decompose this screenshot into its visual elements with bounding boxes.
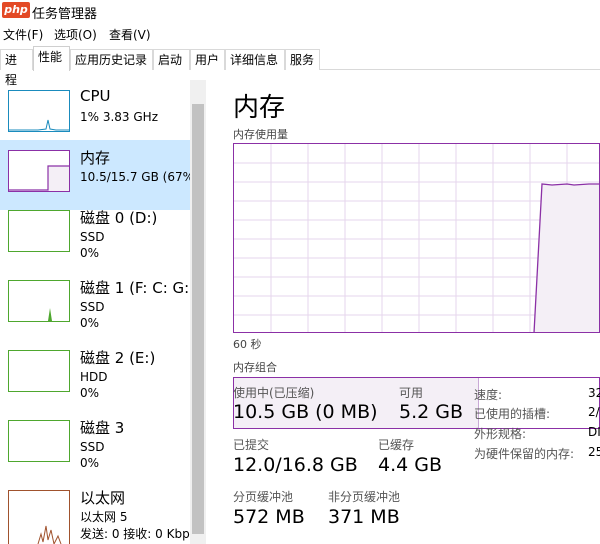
app-logo-icon: php — [2, 2, 30, 18]
sidebar-item-title: 磁盘 1 (F: C: G: — [80, 279, 190, 297]
title-bar: php 任务管理器 — [0, 0, 600, 22]
memory-usage-graph — [233, 143, 600, 333]
disk-3-sparkline — [8, 420, 70, 462]
menu-bar: 文件(F) 选项(O) 查看(V) — [0, 23, 600, 43]
nonpaged-pool-label: 非分页缓冲池 — [328, 490, 401, 504]
sidebar-item-title: 以太网 — [80, 489, 126, 507]
committed-value: 12.0/16.8 GB — [233, 454, 358, 476]
sidebar-item-sub: SSD — [80, 440, 105, 454]
sidebar-item-sub: 10.5/15.7 GB (67%) — [80, 170, 199, 184]
tab-users[interactable]: 用户 — [190, 49, 225, 70]
in-use-value: 10.5 GB (0 MB) — [233, 401, 378, 423]
available-label: 可用 — [399, 386, 424, 400]
form-factor-label: 外形规格: — [474, 427, 527, 441]
sidebar-item-sub: SSD — [80, 230, 105, 244]
performance-sidebar: CPU 1% 3.83 GHz 内存 10.5/15.7 GB (67%) 磁盘… — [0, 80, 199, 544]
time-span-label: 60 秒 — [233, 338, 262, 351]
disk-1-sparkline — [8, 280, 70, 322]
menu-options[interactable]: 选项(O) — [54, 26, 97, 43]
tab-performance[interactable]: 性能 — [33, 46, 70, 71]
speed-value: 32 — [588, 386, 600, 400]
window-title: 任务管理器 — [32, 7, 98, 22]
slots-used-label: 已使用的插槽: — [474, 407, 551, 421]
tab-startup[interactable]: 启动 — [153, 49, 190, 70]
cpu-sparkline — [8, 90, 70, 132]
page-title: 内存 — [233, 93, 286, 123]
tab-services[interactable]: 服务 — [285, 49, 320, 70]
menu-view[interactable]: 查看(V) — [109, 26, 151, 43]
ethernet-sparkline — [8, 490, 70, 544]
memory-usage-label: 内存使用量 — [233, 128, 288, 141]
speed-label: 速度: — [474, 388, 503, 402]
disk-2-sparkline — [8, 350, 70, 392]
sidebar-scrollbar[interactable] — [190, 80, 206, 544]
sidebar-item-sub: 1% 3.83 GHz — [80, 110, 159, 124]
sidebar-item-usage: 0% — [80, 316, 100, 330]
sidebar-item-usage: 0% — [80, 456, 100, 470]
sidebar-item-title: 内存 — [80, 149, 111, 167]
sidebar-item-sub: HDD — [80, 370, 108, 384]
sidebar-item-title: 磁盘 2 (E:) — [80, 349, 156, 367]
sidebar-item-disk-3[interactable]: 磁盘 3 SSD 0% — [0, 410, 190, 480]
sidebar-item-usage: 0% — [80, 386, 100, 400]
paged-pool-value: 572 MB — [233, 506, 305, 528]
tab-bar: 进程 性能 应用历史记录 启动 用户 详细信息 服务 — [0, 46, 600, 87]
sidebar-item-usage: 0% — [80, 246, 100, 260]
sidebar-item-disk-0[interactable]: 磁盘 0 (D:) SSD 0% — [0, 200, 190, 270]
menu-file[interactable]: 文件(F) — [3, 26, 43, 43]
scrollbar-thumb[interactable] — [192, 104, 204, 534]
sidebar-item-disk-1[interactable]: 磁盘 1 (F: C: G: SSD 0% — [0, 270, 190, 340]
sidebar-item-title: 磁盘 0 (D:) — [80, 209, 158, 227]
form-factor-value: DI — [588, 425, 600, 439]
tab-processes[interactable]: 进程 — [0, 49, 33, 87]
sidebar-item-title: CPU — [80, 87, 111, 105]
tab-details[interactable]: 详细信息 — [225, 49, 285, 70]
cached-value: 4.4 GB — [378, 454, 443, 476]
memory-composition-label: 内存组合 — [233, 361, 277, 374]
committed-label: 已提交 — [233, 438, 270, 452]
sidebar-item-disk-2[interactable]: 磁盘 2 (E:) HDD 0% — [0, 340, 190, 410]
nonpaged-pool-value: 371 MB — [328, 506, 400, 528]
in-use-label: 使用中(已压缩) — [233, 386, 315, 400]
cached-label: 已缓存 — [378, 438, 415, 452]
tab-app-history[interactable]: 应用历史记录 — [70, 49, 153, 70]
hardware-reserved-value: 25 — [588, 445, 600, 459]
sidebar-item-title: 磁盘 3 — [80, 419, 125, 437]
disk-0-sparkline — [8, 210, 70, 252]
memory-sparkline — [8, 150, 70, 192]
slots-used-value: 2/ — [588, 405, 600, 419]
sidebar-item-sub: 以太网 5 — [80, 510, 128, 524]
paged-pool-label: 分页缓冲池 — [233, 490, 294, 504]
sidebar-item-ethernet[interactable]: 以太网 以太网 5 发送: 0 接收: 0 Kbp — [0, 480, 190, 544]
memory-detail-panel: 内存 内存使用量 60 秒 内存组合 使用中(已压缩) 10.5 GB (0 M… — [206, 70, 600, 544]
sidebar-item-usage: 发送: 0 接收: 0 Kbp — [80, 527, 190, 541]
available-value: 5.2 GB — [399, 401, 464, 423]
memory-usage-chart — [234, 144, 599, 332]
sidebar-item-sub: SSD — [80, 300, 105, 314]
hardware-reserved-label: 为硬件保留的内存: — [474, 447, 575, 461]
